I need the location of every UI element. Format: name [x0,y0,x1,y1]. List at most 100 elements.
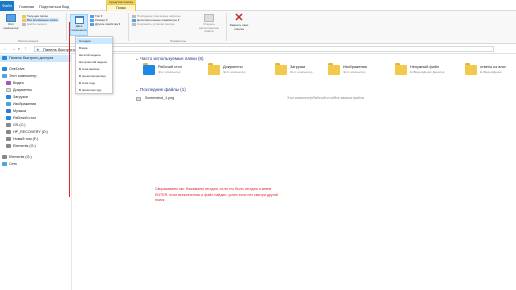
sidebar-item-label: Загрузки [13,95,28,99]
content-pane: ⌄ Часто используемые папки (6) Рабочий с… [73,54,516,290]
ribbon-separator [226,13,227,41]
sidebar-item-quick-access[interactable]: Панель быстрого доступа [0,55,71,62]
recent-files-heading[interactable]: ⌄ Последние файлы (1) [135,87,186,93]
save-search-label: Сохранить условия поиска [137,22,175,26]
folder-name: Ненужный файл [410,65,440,69]
location-group-label: Расположение [18,39,39,43]
tab-search[interactable]: Поиск [106,4,136,11]
search-again-label: Найти снова в [27,22,47,26]
folder-location: Этот компьютер [158,70,181,74]
up-arrow-icon[interactable]: ↑ [24,46,27,52]
folder-icon [275,63,287,75]
folder-location: Этот компьютер [223,70,246,74]
open-location-label: Открыть расположение файла [198,22,220,33]
date-option-last-month[interactable]: В прошлом месяце [76,73,112,79]
folder-name: Загрузки [290,65,306,69]
open-folder-icon [204,14,214,22]
ribbon-tab-bar: Файл Главная Поделиться Вид Средства пои… [0,0,516,11]
date-option-today[interactable]: Сегодня [76,38,112,44]
save-icon [132,22,136,26]
sidebar-item-downloads[interactable]: Загрузки [0,94,28,101]
sidebar-item-label: Elements (G:) [9,155,32,159]
desktop-icon [6,116,11,121]
forward-arrow-icon[interactable]: → [11,46,16,52]
recent-file-row[interactable]: Screenshot_1.png Этот компьютер\Рабочий … [135,96,435,102]
sidebar-item-this-pc[interactable]: Этот компьютер [0,73,37,80]
recent-locations-chevron-icon[interactable]: ▾ [18,46,20,52]
close-search-label: Закрыть окно поиска [229,23,249,31]
download-icon [6,95,11,100]
sidebar-item-videos[interactable]: Видео [0,80,24,87]
computer-icon [2,74,7,79]
annotation-text: Сворачиваем так. Нажимаем сегодня, если … [155,187,278,202]
other-properties-button[interactable]: Другие свойства ▾ [90,22,120,26]
sidebar-item-drive-g[interactable]: Elements (G:) [0,143,36,150]
date-option-last-year[interactable]: В прошлом году [76,87,112,93]
folder-icon [143,63,155,75]
date-modified-dropdown: Сегодня Вчера На этой неделе На прошлой … [75,36,113,94]
sidebar-item-label: OneDrive [9,67,25,71]
folder-tile-alt-answers[interactable]: ответы из альт E:\Видео\Денис [465,63,516,81]
date-option-this-year[interactable]: В этом году [76,80,112,86]
date-option-last-week[interactable]: На прошлой неделе [76,59,112,65]
close-search-button[interactable]: ✕ Закрыть окно поиска [228,13,250,31]
date-modified-button[interactable]: Дата изменения [70,14,88,36]
sidebar-item-label: Сеть [9,162,18,166]
cloud-icon [2,67,7,72]
video-icon [6,81,11,86]
usb-drive-icon [2,155,7,160]
date-option-this-month[interactable]: В этом месяце [76,66,112,72]
folder-icon [395,63,407,75]
ribbon-separator [128,13,129,41]
sidebar-item-drive-g-root[interactable]: Elements (G:) [0,154,32,161]
ribbon-separator [66,13,67,41]
folder-tile-pictures[interactable]: Изображения Этот компьютер [328,63,388,81]
tab-home[interactable]: Главная [19,2,34,11]
drive-icon [6,130,11,135]
sidebar-item-desktop[interactable]: Рабочий стол [0,115,36,122]
folder-tile-desktop[interactable]: Рабочий стол Этот компьютер [143,63,203,81]
folder-location: Этот компьютер [343,70,366,74]
date-option-this-week[interactable]: На этой неделе [76,52,112,58]
sidebar-item-network[interactable]: Сеть [0,161,17,168]
document-icon [6,88,11,93]
folder-name: Рабочий стол [158,65,182,69]
back-arrow-icon[interactable]: ← [3,46,8,52]
search-again-button[interactable]: Найти снова в [22,22,47,26]
open-location-button[interactable]: Открыть расположение файла [196,14,222,34]
drive-icon [6,137,11,142]
folder-name: ответы из альт [480,65,506,69]
sidebar-item-label: Документы [13,88,33,92]
options-group-label: Параметры [170,39,186,43]
tab-view[interactable]: Вид [62,2,69,11]
sidebar-item-drive-c[interactable]: OS (C:) [0,122,26,129]
folder-location: E:\Видео\Денис Денисов [410,70,445,74]
sidebar-item-onedrive[interactable]: OneDrive [0,66,25,73]
tab-share[interactable]: Поделиться [39,2,61,11]
navigation-pane: Панель быстрого доступа OneDrive Этот ко… [0,54,72,290]
sidebar-item-pictures[interactable]: Изображения [0,101,36,108]
sidebar-item-drive-f[interactable]: Новый том (F:) [0,136,38,143]
this-computer-button[interactable]: Этот компьютер [2,14,20,30]
folder-tile-unneeded[interactable]: Ненужный файл E:\Видео\Денис Денисов [395,63,455,81]
other-properties-label: Другие свойства [95,22,118,26]
tab-file[interactable]: Файл [0,1,14,11]
sidebar-item-drive-d[interactable]: HP_RECOVERY (D:) [0,129,48,136]
drive-icon [6,123,11,128]
recent-files-heading-label: Последние файлы (1) [140,87,186,92]
quick-access-star-icon: ★ [36,47,40,52]
sidebar-item-label: Этот компьютер [9,74,37,78]
save-search-button[interactable]: Сохранить условия поиска [132,22,174,26]
date-option-yesterday[interactable]: Вчера [76,45,112,51]
sidebar-item-label: OS (C:) [13,123,26,127]
sidebar-item-music[interactable]: Музыка [0,108,26,115]
folder-tile-downloads[interactable]: Загрузки Этот компьютер [275,63,335,81]
network-icon [2,162,7,167]
sidebar-item-label: Видео [13,81,24,85]
sidebar-item-label: Elements (G:) [13,144,36,148]
frequent-folders-heading[interactable]: ⌄ Часто используемые папки (6) [135,56,204,62]
sidebar-item-documents[interactable]: Документы [0,87,32,94]
folder-tile-documents[interactable]: Документы Этот компьютер [208,63,268,81]
annotation-line [69,22,70,197]
sidebar-item-label: Рабочий стол [13,116,37,120]
